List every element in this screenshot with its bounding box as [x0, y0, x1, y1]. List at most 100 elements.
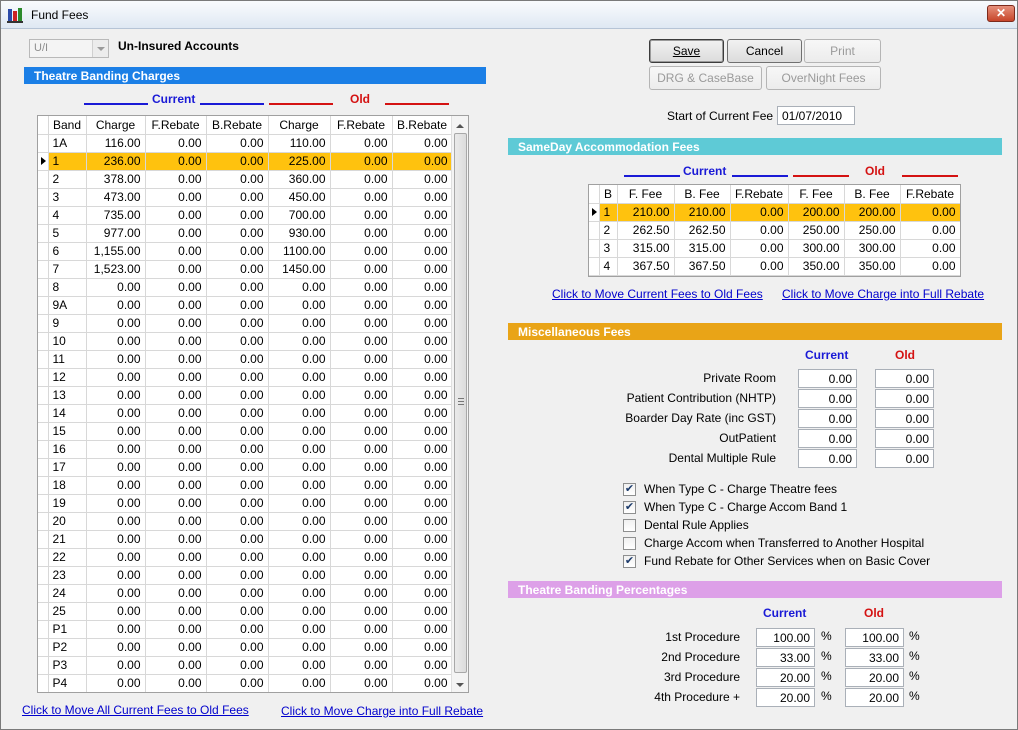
- table-cell[interactable]: 977.00: [86, 224, 146, 243]
- table-cell[interactable]: 0.00: [392, 206, 453, 225]
- table-cell[interactable]: 0.00: [145, 134, 207, 153]
- table-cell[interactable]: 0.00: [330, 512, 393, 531]
- table-cell[interactable]: 0.00: [145, 242, 207, 261]
- table-cell[interactable]: 0.00: [145, 296, 207, 315]
- table-cell[interactable]: 17: [48, 458, 87, 477]
- table-cell[interactable]: 0.00: [330, 170, 393, 189]
- table-cell[interactable]: 0.00: [268, 638, 331, 657]
- table-row[interactable]: 19 0.00 0.00 0.00 0.00 0.00 0.00: [38, 494, 453, 513]
- table-cell[interactable]: 0.00: [86, 476, 146, 495]
- table-cell[interactable]: 0.00: [145, 260, 207, 279]
- table-cell[interactable]: 0.00: [145, 224, 207, 243]
- table-row[interactable]: 16 0.00 0.00 0.00 0.00 0.00 0.00: [38, 440, 453, 459]
- table-cell[interactable]: P3: [48, 656, 87, 675]
- table-cell[interactable]: 110.00: [268, 134, 331, 153]
- table-cell[interactable]: 0.00: [86, 296, 146, 315]
- table-cell[interactable]: 0.00: [206, 512, 269, 531]
- table-cell[interactable]: 0.00: [86, 584, 146, 603]
- row-selector[interactable]: [38, 368, 49, 387]
- table-cell[interactable]: 20: [48, 512, 87, 531]
- table-cell[interactable]: 9A: [48, 296, 87, 315]
- scroll-up-icon[interactable]: [452, 116, 468, 132]
- table-cell[interactable]: 0.00: [206, 170, 269, 189]
- table-cell[interactable]: 0.00: [206, 440, 269, 459]
- option-checkbox-label[interactable]: When Type C - Charge Accom Band 1: [644, 500, 847, 514]
- table-cell[interactable]: 0.00: [330, 152, 393, 171]
- table-cell[interactable]: 4: [48, 206, 87, 225]
- table-cell[interactable]: 0.00: [330, 350, 393, 369]
- table-cell[interactable]: 0.00: [900, 221, 960, 240]
- table-cell[interactable]: 0.00: [330, 584, 393, 603]
- table-cell[interactable]: 0.00: [730, 203, 789, 222]
- table-cell[interactable]: 0.00: [268, 656, 331, 675]
- row-selector[interactable]: [38, 278, 49, 297]
- table-cell[interactable]: 0.00: [145, 422, 207, 441]
- table-cell[interactable]: 0.00: [268, 368, 331, 387]
- table-cell[interactable]: 0.00: [330, 404, 393, 423]
- table-cell[interactable]: 0.00: [86, 530, 146, 549]
- table-cell[interactable]: 0.00: [145, 602, 207, 621]
- table-cell[interactable]: 0.00: [145, 170, 207, 189]
- table-cell[interactable]: 0.00: [900, 203, 960, 222]
- table-cell[interactable]: 0.00: [86, 350, 146, 369]
- table-cell[interactable]: 0.00: [268, 278, 331, 297]
- sameday-move-charge-rebate-link[interactable]: Click to Move Charge into Full Rebate: [782, 287, 984, 301]
- table-cell[interactable]: 0.00: [330, 602, 393, 621]
- table-cell[interactable]: 0.00: [268, 494, 331, 513]
- table-cell[interactable]: 0.00: [330, 440, 393, 459]
- table-row[interactable]: 14 0.00 0.00 0.00 0.00 0.00 0.00: [38, 404, 453, 423]
- misc-old-field[interactable]: 0.00: [875, 449, 934, 468]
- table-cell[interactable]: 0.00: [206, 134, 269, 153]
- table-cell[interactable]: 0.00: [206, 224, 269, 243]
- table-cell[interactable]: 16: [48, 440, 87, 459]
- scroll-thumb[interactable]: [454, 133, 467, 673]
- table-cell[interactable]: 0.00: [268, 314, 331, 333]
- table-cell[interactable]: 0.00: [730, 239, 789, 258]
- pct-current-field[interactable]: 100.00: [756, 628, 815, 647]
- table-cell[interactable]: 0.00: [268, 620, 331, 639]
- table-cell[interactable]: 250.00: [844, 221, 901, 240]
- table-cell[interactable]: 0.00: [86, 386, 146, 405]
- table-cell[interactable]: 0.00: [268, 440, 331, 459]
- table-cell[interactable]: 0.00: [330, 134, 393, 153]
- table-cell[interactable]: 0.00: [392, 674, 453, 692]
- table-cell[interactable]: 0.00: [900, 239, 960, 258]
- table-cell[interactable]: 0.00: [145, 314, 207, 333]
- pct-old-field[interactable]: 100.00: [845, 628, 904, 647]
- table-cell[interactable]: 0.00: [392, 566, 453, 585]
- pct-old-field[interactable]: 20.00: [845, 668, 904, 687]
- table-row[interactable]: 5 977.00 0.00 0.00 930.00 0.00 0.00: [38, 224, 453, 243]
- row-selector[interactable]: [38, 530, 49, 549]
- table-cell[interactable]: 0.00: [86, 674, 146, 692]
- table-cell[interactable]: 0.00: [145, 368, 207, 387]
- row-selector[interactable]: [38, 440, 49, 459]
- table-cell[interactable]: 0.00: [268, 476, 331, 495]
- sameday-move-current-to-old-link[interactable]: Click to Move Current Fees to Old Fees: [552, 287, 763, 301]
- row-selector[interactable]: [38, 548, 49, 567]
- table-cell[interactable]: 0.00: [206, 314, 269, 333]
- table-cell[interactable]: 0.00: [86, 602, 146, 621]
- table-cell[interactable]: 0.00: [145, 512, 207, 531]
- row-selector[interactable]: [38, 566, 49, 585]
- table-cell[interactable]: 930.00: [268, 224, 331, 243]
- table-cell[interactable]: 0.00: [330, 242, 393, 261]
- table-row[interactable]: P4 0.00 0.00 0.00 0.00 0.00 0.00: [38, 674, 453, 692]
- table-cell[interactable]: 0.00: [330, 566, 393, 585]
- table-cell[interactable]: 367.50: [617, 257, 675, 276]
- table-cell[interactable]: 315.00: [674, 239, 731, 258]
- table-cell[interactable]: 4: [599, 257, 618, 276]
- row-selector[interactable]: [38, 242, 49, 261]
- table-cell[interactable]: 0.00: [145, 566, 207, 585]
- table-row[interactable]: 13 0.00 0.00 0.00 0.00 0.00 0.00: [38, 386, 453, 405]
- table-cell[interactable]: 0.00: [330, 206, 393, 225]
- misc-old-field[interactable]: 0.00: [875, 409, 934, 428]
- table-row[interactable]: 11 0.00 0.00 0.00 0.00 0.00 0.00: [38, 350, 453, 369]
- table-cell[interactable]: 1450.00: [268, 260, 331, 279]
- table-cell[interactable]: 0.00: [86, 458, 146, 477]
- table-cell[interactable]: 0.00: [145, 278, 207, 297]
- table-cell[interactable]: P4: [48, 674, 87, 692]
- row-selector[interactable]: [38, 602, 49, 621]
- table-cell[interactable]: 0.00: [392, 350, 453, 369]
- theatre-grid-scrollbar[interactable]: [451, 116, 468, 692]
- table-cell[interactable]: 0.00: [330, 188, 393, 207]
